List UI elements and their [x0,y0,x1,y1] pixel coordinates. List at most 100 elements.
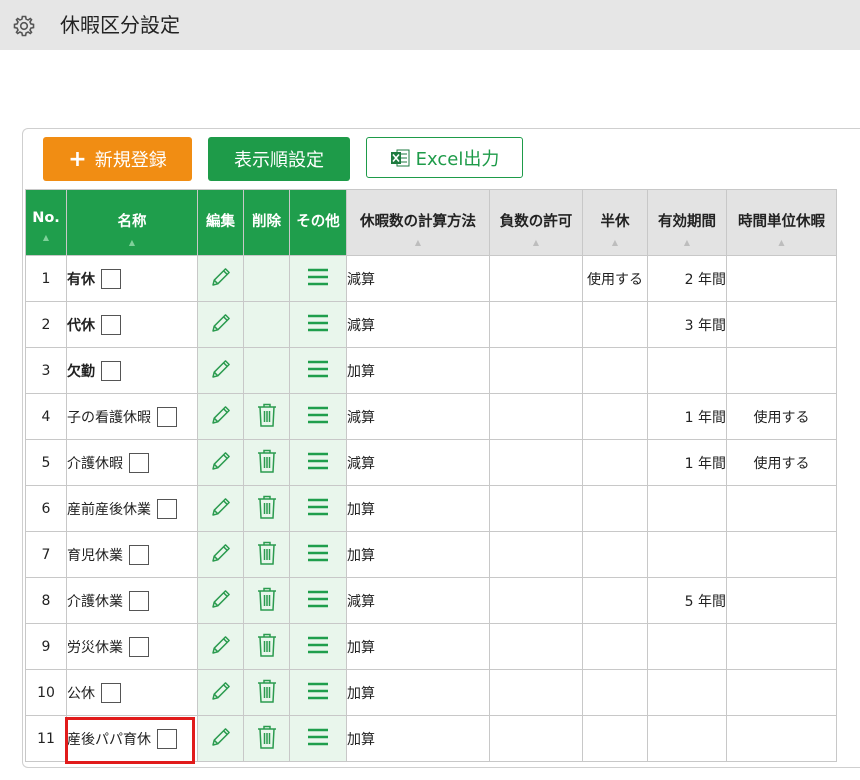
row-validity: 5 年間 [647,577,727,624]
delete-trash-icon[interactable] [256,541,278,570]
column-header-calc[interactable]: 休暇数の計算方法 ▲ [346,189,490,256]
row-no: 7 [25,531,67,578]
table-row: 8 介護休業 減算 5 年間 [25,577,837,624]
new-button[interactable]: + 新規登録 [43,137,192,181]
delete-cell [243,715,290,762]
row-checkbox[interactable] [129,544,149,565]
menu-icon[interactable] [307,544,329,567]
excel-icon [390,149,410,166]
row-half [582,669,648,716]
delete-cell [243,623,290,670]
row-checkbox[interactable] [101,682,121,703]
delete-trash-icon[interactable] [256,495,278,524]
column-header-hourly[interactable]: 時間単位休暇 ▲ [726,189,837,256]
edit-pencil-icon[interactable] [209,313,233,339]
row-calc: 減算 [346,393,490,440]
edit-pencil-icon[interactable] [209,405,233,431]
edit-pencil-icon[interactable] [209,635,233,661]
row-checkbox[interactable] [101,360,121,381]
edit-pencil-icon[interactable] [209,267,233,293]
edit-pencil-icon[interactable] [209,451,233,477]
column-header-half[interactable]: 半休 ▲ [582,189,648,256]
row-name-cell: 有休 [66,255,198,302]
edit-pencil-icon[interactable] [209,681,233,707]
edit-pencil-icon[interactable] [209,589,233,615]
row-checkbox[interactable] [129,590,149,611]
edit-cell [197,301,244,348]
row-validity [647,531,727,578]
row-calc: 減算 [346,301,490,348]
row-negative [489,623,583,670]
row-half [582,301,648,348]
row-no: 9 [25,623,67,670]
new-button-label: 新規登録 [94,150,167,171]
table-row: 4 子の看護休暇 減算 1 年間 使用する [25,393,837,440]
row-checkbox[interactable] [157,406,177,427]
row-name: 産前産後休業 [67,501,152,518]
menu-icon[interactable] [307,268,329,291]
other-cell [289,485,347,532]
delete-trash-icon[interactable] [256,679,278,708]
row-checkbox[interactable] [157,498,177,519]
row-name: 欠勤 [67,363,96,380]
other-cell [289,715,347,762]
row-checkbox[interactable] [129,636,149,657]
row-hourly [726,301,837,348]
menu-icon[interactable] [307,498,329,521]
column-header-validity[interactable]: 有効期間 ▲ [647,189,727,256]
row-name-cell: 介護休業 [66,577,198,624]
edit-cell [197,623,244,670]
menu-icon[interactable] [307,360,329,383]
edit-pencil-icon[interactable] [209,727,233,753]
row-negative [489,669,583,716]
row-checkbox[interactable] [101,314,121,335]
row-name-cell: 育児休業 [66,531,198,578]
table-row: 9 労災休業 加算 [25,623,837,670]
row-validity: 2 年間 [647,255,727,302]
row-no: 3 [25,347,67,394]
menu-icon[interactable] [307,682,329,705]
column-header-name[interactable]: 名称 ▲ [66,189,198,256]
edit-pencil-icon[interactable] [209,359,233,385]
row-no: 10 [25,669,67,716]
edit-cell [197,393,244,440]
display-order-button[interactable]: 表示順設定 [208,137,350,181]
row-name-cell: 子の看護休暇 [66,393,198,440]
row-name: 公休 [67,685,96,702]
other-cell [289,531,347,578]
row-name: 労災休業 [67,639,124,656]
row-validity: 1 年間 [647,393,727,440]
delete-trash-icon[interactable] [256,403,278,432]
column-header-no[interactable]: No. ▲ [25,189,67,256]
edit-pencil-icon[interactable] [209,543,233,569]
table-header-row: No. ▲ 名称 ▲ 編集 削除 その他 休暇数の計算方法 ▲ 負数の許可 ▲ 半休 ▲ … [25,189,837,256]
menu-icon[interactable] [307,406,329,429]
row-negative [489,301,583,348]
row-checkbox[interactable] [129,452,149,473]
edit-cell [197,531,244,578]
row-checkbox[interactable] [101,268,121,289]
delete-trash-icon[interactable] [256,449,278,478]
delete-trash-icon[interactable] [256,587,278,616]
column-header-negative[interactable]: 負数の許可 ▲ [489,189,583,256]
row-calc: 加算 [346,531,490,578]
row-validity: 1 年間 [647,439,727,486]
edit-pencil-icon[interactable] [209,497,233,523]
delete-cell [243,531,290,578]
row-half [582,715,648,762]
other-cell [289,255,347,302]
menu-icon[interactable] [307,636,329,659]
delete-cell [243,485,290,532]
row-no: 1 [25,255,67,302]
row-negative [489,439,583,486]
menu-icon[interactable] [307,590,329,613]
menu-icon[interactable] [307,314,329,337]
row-validity [647,347,727,394]
delete-trash-icon[interactable] [256,725,278,754]
excel-export-button[interactable]: Excel出力 [366,137,523,178]
delete-cell [243,393,290,440]
delete-trash-icon[interactable] [256,633,278,662]
edit-cell [197,715,244,762]
menu-icon[interactable] [307,728,329,751]
menu-icon[interactable] [307,452,329,475]
